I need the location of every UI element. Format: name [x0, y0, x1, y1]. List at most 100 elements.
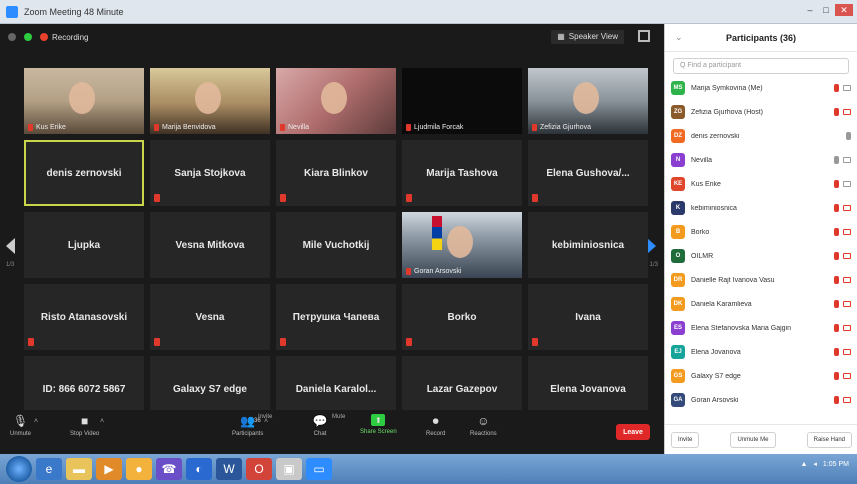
participant-name: Ljupka [67, 239, 101, 251]
participant-list-item[interactable]: GS Galaxy S7 edge [671, 364, 851, 388]
participants-panel: ⌄ Participants (36) Q Find a participant… [664, 24, 857, 454]
raise-hand-button[interactable]: Raise Hand [806, 431, 852, 448]
participant-name: Kus Erike [36, 124, 66, 131]
unmute-button[interactable]: 🎙 Unmute [10, 414, 31, 437]
clock[interactable]: 1:05 PM [823, 461, 849, 468]
participant-name: Goran Arsovski [414, 268, 462, 275]
microphone-muted-icon [834, 324, 839, 332]
participant-tile[interactable]: Goran Arsovski [402, 212, 522, 278]
participant-name: Risto Atanasovski [40, 311, 128, 323]
participant-tile[interactable]: Borko [402, 284, 522, 350]
video-options-chevron-icon[interactable]: ˄ [100, 418, 104, 425]
participant-tile[interactable]: Mile Vuchotkij [276, 212, 396, 278]
participant-tile[interactable]: Elena Gushova/... [528, 140, 648, 206]
participant-tile[interactable]: Marija Benvidova [150, 68, 270, 134]
participant-list-item[interactable]: O OILMR [671, 244, 851, 268]
meeting-toolbar: 🎙 Unmute ˄ ■ Stop Video ˄ Invite Mute 👥 … [0, 410, 664, 454]
microphone-muted-icon [834, 108, 839, 116]
unmute-me-button[interactable]: Unmute Me [730, 431, 776, 448]
word-icon[interactable]: W [216, 458, 242, 480]
participant-list-item[interactable]: KE Kus Erike [671, 172, 851, 196]
next-page-arrow-icon[interactable] [647, 238, 656, 254]
network-icon[interactable]: ▲ [800, 461, 807, 468]
participant-list-name: Borko [691, 228, 710, 236]
reactions-button[interactable]: ☺ Reactions [470, 414, 497, 437]
participant-list-item[interactable]: ZG Zefizia Gjurhova (Host) [671, 100, 851, 124]
video-camera-icon [843, 181, 851, 187]
participant-list-item[interactable]: MS Marija Symkovina (Me) [671, 76, 851, 100]
avatar: DR [671, 273, 685, 287]
participant-tile[interactable]: Risto Atanasovski [24, 284, 144, 350]
participants-label: Participants [232, 431, 264, 437]
avatar: DK [671, 297, 685, 311]
participant-list-item[interactable]: N Nevilla [671, 148, 851, 172]
close-icon[interactable]: ✕ [835, 4, 853, 16]
participant-status-icons [834, 108, 851, 116]
participant-tile[interactable]: Ljupka [24, 212, 144, 278]
invite-button[interactable]: Invite [671, 431, 700, 448]
window-title: Zoom Meeting 48 Minute [24, 6, 124, 17]
participant-list-item[interactable]: Kkebiminiosnica [671, 196, 851, 220]
viber-icon[interactable]: ☎ [156, 458, 182, 480]
avatar: ZG [671, 105, 685, 119]
participant-tile[interactable]: Ljudmila Forcak [402, 68, 522, 134]
speaker-view-button[interactable]: ▦ Speaker View [551, 30, 624, 44]
participant-list-item[interactable]: ES Elena Stefanovska Maria Gajgin [671, 316, 851, 340]
encryption-shield-icon[interactable] [24, 33, 32, 41]
record-label: Record [426, 431, 446, 437]
meeting-area: Recording ▦ Speaker View 1/3 1/3 Kus Eri… [0, 24, 664, 454]
page-indicator-right: 1/3 [649, 262, 658, 268]
recording-indicator[interactable]: Recording [40, 33, 88, 42]
participant-search-input[interactable]: Q Find a participant [673, 58, 849, 74]
participant-list-item[interactable]: DZ denis zernovski [671, 124, 851, 148]
media-player-icon[interactable]: ▶ [96, 458, 122, 480]
minimize-icon[interactable]: – [803, 4, 817, 16]
toolbar-hint-right: Mute [332, 414, 346, 420]
collapse-chevron-icon[interactable]: ⌄ [675, 32, 683, 43]
app-icon[interactable]: ▣ [276, 458, 302, 480]
participant-tile[interactable]: denis zernovski [24, 140, 144, 206]
participant-tile[interactable]: kebiminiosnica [528, 212, 648, 278]
meeting-info-icon[interactable] [8, 33, 16, 41]
edge-icon[interactable]: ◐ [186, 458, 212, 480]
record-button[interactable]: ⏺ Record [426, 414, 446, 438]
muted-mic-icon [154, 124, 159, 131]
participant-tile[interactable]: Marija Tashova [402, 140, 522, 206]
chat-button[interactable]: 💬 Chat [312, 414, 328, 437]
stop-video-button[interactable]: ■ Stop Video [70, 414, 99, 437]
participant-list-item[interactable]: B Borko [671, 220, 851, 244]
opera-icon[interactable]: O [246, 458, 272, 480]
participant-tile[interactable]: Sanja Stojkova [150, 140, 270, 206]
participant-name-label: Goran Arsovski [406, 268, 461, 275]
share-screen-button[interactable]: ⬆ Share Screen [360, 414, 397, 435]
participants-options-chevron-icon[interactable]: ˄ [264, 418, 268, 425]
participant-tile[interactable]: Ivana [528, 284, 648, 350]
volume-icon[interactable]: ◂ [813, 460, 817, 468]
ie-icon[interactable]: e [36, 458, 62, 480]
participant-tile[interactable]: Vesna [150, 284, 270, 350]
leave-button[interactable]: Leave [616, 424, 650, 440]
participant-name: Daniela Karalol... [295, 383, 377, 395]
participant-tile[interactable]: Nevilla [276, 68, 396, 134]
start-button-icon[interactable] [6, 456, 32, 482]
participant-list-item[interactable]: DK Daniela Karamlieva [671, 292, 851, 316]
stop-video-label: Stop Video [70, 431, 100, 437]
microphone-muted-icon [834, 84, 839, 92]
participant-name: Zefizia Gjurhova [540, 124, 591, 131]
participant-name: Elena Gushova/... [546, 167, 630, 179]
participant-tile[interactable]: Zefizia Gjurhova [528, 68, 648, 134]
participant-list-item[interactable]: DR Danielle Rajt Ivanova Vasu [671, 268, 851, 292]
participant-tile[interactable]: Vesna Mitkova [150, 212, 270, 278]
chrome-icon[interactable]: ● [126, 458, 152, 480]
participant-tile[interactable]: Kiara Blinkov [276, 140, 396, 206]
fullscreen-icon[interactable] [638, 30, 650, 42]
audio-options-chevron-icon[interactable]: ˄ [34, 418, 38, 425]
zoom-taskbar-icon[interactable]: ▭ [306, 458, 332, 480]
participant-tile[interactable]: Петрушка Чапева [276, 284, 396, 350]
folder-icon[interactable]: ▬ [66, 458, 92, 480]
participant-tile[interactable]: Kus Erike [24, 68, 144, 134]
participant-list-item[interactable]: GA Goran Arsovski [671, 388, 851, 412]
maximize-icon[interactable]: □ [819, 4, 833, 16]
participant-list-item[interactable]: EJ Elena Jovanova [671, 340, 851, 364]
previous-page-arrow-icon[interactable] [6, 238, 15, 254]
